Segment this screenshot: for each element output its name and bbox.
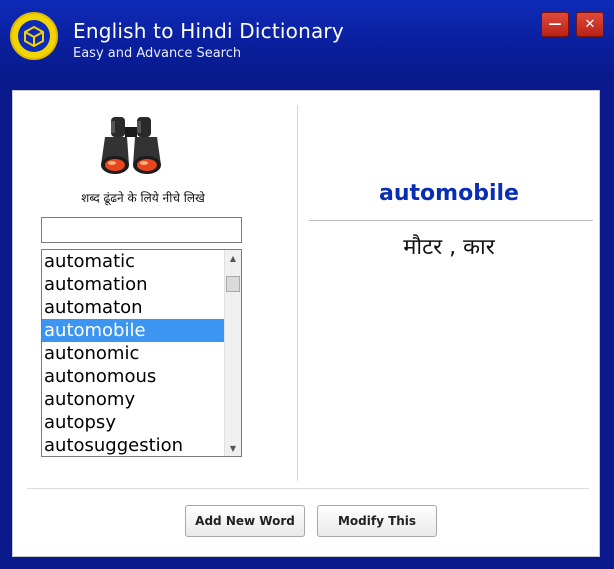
vertical-divider bbox=[297, 105, 298, 481]
list-item[interactable]: autonomic bbox=[42, 342, 224, 365]
hindi-meaning: मौटर , कार bbox=[403, 235, 495, 260]
minimize-icon: — bbox=[548, 17, 562, 32]
add-new-word-button[interactable]: Add New Word bbox=[185, 505, 305, 537]
app-logo-icon bbox=[10, 12, 58, 60]
binoculars-icon bbox=[101, 117, 161, 174]
word-listbox[interactable]: automatic automation automaton automobile au… bbox=[41, 249, 242, 457]
list-item[interactable]: autonomous bbox=[42, 365, 224, 388]
horizontal-divider bbox=[27, 488, 589, 489]
scroll-thumb[interactable] bbox=[226, 276, 240, 292]
window-subtitle: Easy and Advance Search bbox=[73, 46, 242, 61]
close-icon: ✕ bbox=[584, 17, 596, 32]
minimize-button[interactable]: — bbox=[541, 12, 569, 37]
list-item[interactable]: automation bbox=[42, 273, 224, 296]
list-item[interactable]: automaton bbox=[42, 296, 224, 319]
selected-word-heading: automobile bbox=[379, 181, 519, 206]
list-scrollbar[interactable]: ▲ ▼ bbox=[224, 250, 241, 456]
list-item[interactable]: autopsy bbox=[42, 411, 224, 434]
close-button[interactable]: ✕ bbox=[576, 12, 604, 37]
word-list: automatic automation automaton automobile au… bbox=[42, 250, 224, 456]
scroll-up-icon[interactable]: ▲ bbox=[225, 250, 241, 266]
main-panel: शब्द ढूंढने के लिये नीचे लिखे automatic a… bbox=[12, 90, 600, 557]
list-item[interactable]: automobile bbox=[42, 319, 224, 342]
word-underline bbox=[309, 220, 593, 221]
search-hint: शब्द ढूंढने के लिये नीचे लिखे bbox=[81, 191, 205, 205]
title-bar: English to Hindi Dictionary Easy and Adv… bbox=[0, 0, 614, 80]
list-item[interactable]: automatic bbox=[42, 250, 224, 273]
list-item[interactable]: autosuggestion bbox=[42, 434, 224, 456]
search-input[interactable] bbox=[41, 217, 242, 243]
modify-this-button[interactable]: Modify This bbox=[317, 505, 437, 537]
scroll-down-icon[interactable]: ▼ bbox=[225, 440, 241, 456]
window-title: English to Hindi Dictionary bbox=[73, 19, 344, 43]
list-item[interactable]: autonomy bbox=[42, 388, 224, 411]
